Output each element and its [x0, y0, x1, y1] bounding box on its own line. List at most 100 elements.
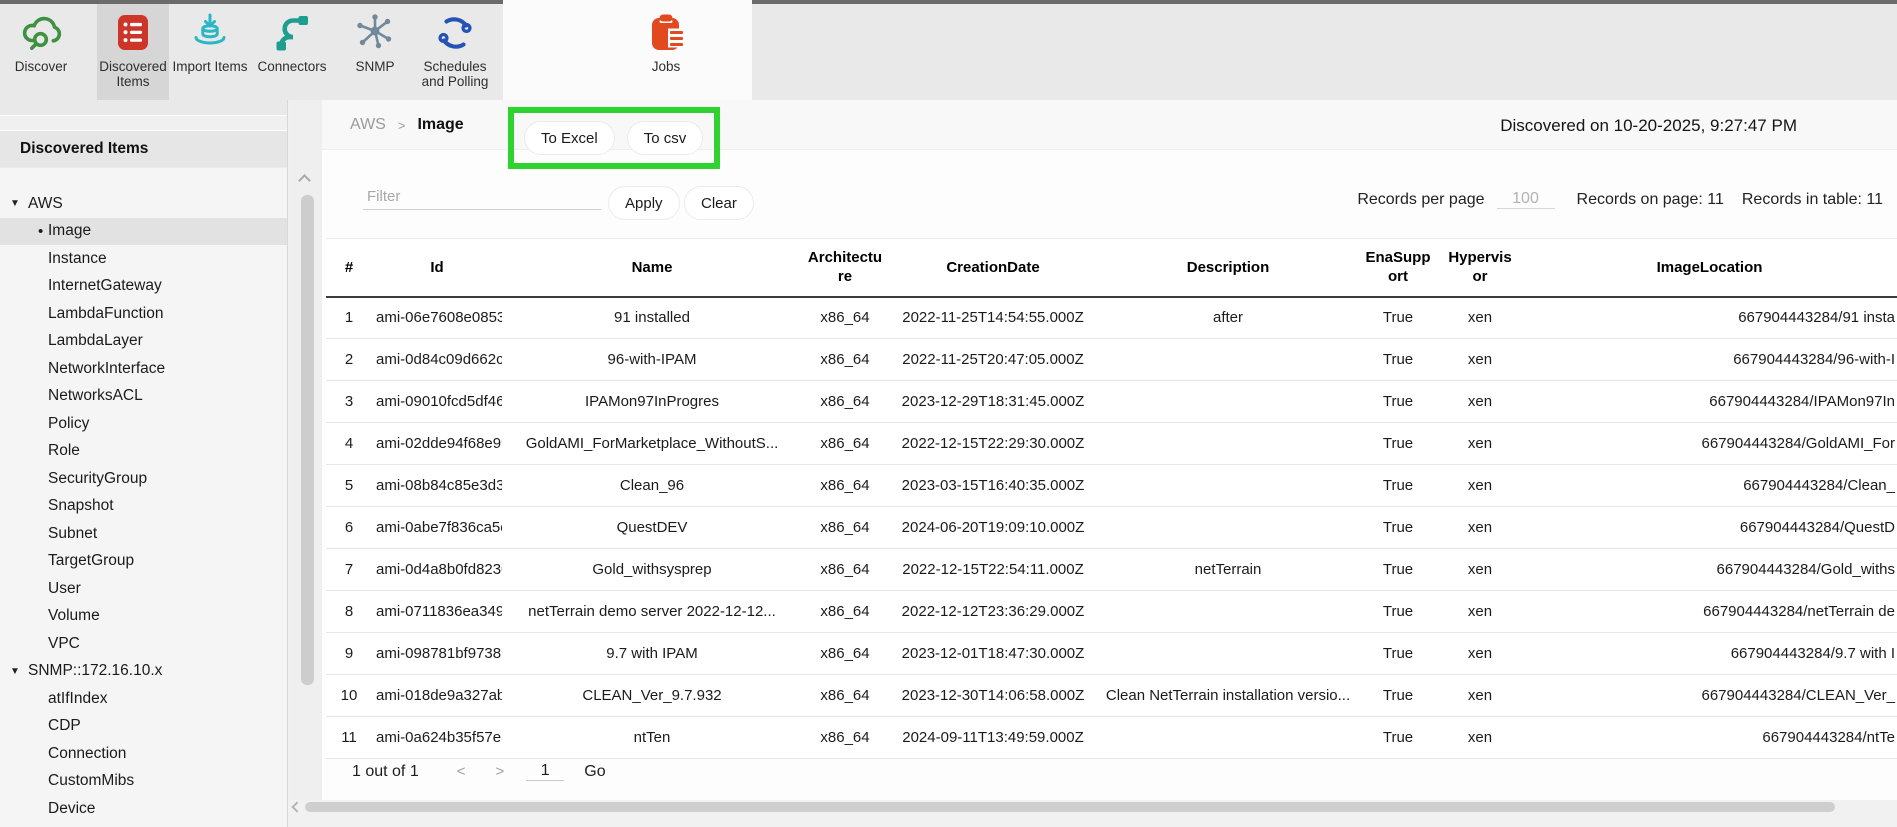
table-cell [1098, 633, 1358, 675]
page-number-input[interactable] [526, 762, 564, 781]
table-cell: Clean NetTerrain installation versio... [1098, 675, 1358, 717]
next-page-icon[interactable]: > [495, 763, 504, 780]
ribbon-item-discovered-items[interactable]: Discovered Items [97, 4, 169, 100]
column-header-creationdate[interactable]: CreationDate [888, 239, 1098, 297]
column-header-hypervisor[interactable]: Hypervisor [1438, 239, 1522, 297]
table-row[interactable]: 10ami-018de9a327ab4678eCLEAN_Ver_9.7.932… [326, 675, 1897, 717]
table-cell: 2022-12-15T22:29:30.000Z [888, 423, 1098, 465]
tree-item-internetgateway[interactable]: InternetGateway [0, 273, 287, 301]
tree-item-volume[interactable]: Volume [0, 603, 287, 631]
tree-item-snapshot[interactable]: Snapshot [0, 493, 287, 521]
table-row[interactable]: 8ami-0711836ea349d35c8netTerrain demo se… [326, 591, 1897, 633]
table-cell: 2024-09-11T13:49:59.000Z [888, 717, 1098, 759]
tree-item-role[interactable]: Role [0, 438, 287, 466]
table-cell: ami-0711836ea349d35c8 [372, 591, 502, 633]
table-cell: CLEAN_Ver_9.7.932 [502, 675, 802, 717]
column-header-enasupport[interactable]: EnaSupport [1358, 239, 1438, 297]
tree-item-label: Connection [48, 745, 126, 763]
tree-item-securitygroup[interactable]: SecurityGroup [0, 465, 287, 493]
table-cell: xen [1438, 339, 1522, 381]
column-header-label: Name [632, 258, 673, 278]
breadcrumb-parent[interactable]: AWS [350, 116, 386, 134]
table-row[interactable]: 6ami-0abe7f836ca5e4ee8QuestDEVx86_642024… [326, 507, 1897, 549]
table-cell [1098, 717, 1358, 759]
tree-item-label: SecurityGroup [48, 470, 147, 488]
tree-item-subnet[interactable]: Subnet [0, 520, 287, 548]
go-button[interactable]: Go [584, 763, 605, 781]
ribbon-item-discover[interactable]: Discover [5, 4, 77, 100]
table-cell: True [1358, 339, 1438, 381]
table-cell: ami-06e7608e085337e57 [372, 297, 502, 339]
column-header-imagelocation[interactable]: ImageLocation [1522, 239, 1897, 297]
table-cell: True [1358, 297, 1438, 339]
scrollbar-up-icon[interactable] [298, 174, 311, 187]
table-cell: QuestDEV [502, 507, 802, 549]
column-header-label: Hypervisor [1446, 248, 1514, 287]
ribbon-item-snmp[interactable]: SNMP [343, 4, 407, 100]
table-cell: x86_64 [802, 633, 888, 675]
scrollbar-left-icon[interactable] [291, 801, 302, 812]
to-csv-button[interactable]: To csv [627, 121, 704, 155]
column-header-id[interactable]: Id [372, 239, 502, 297]
table-cell: x86_64 [802, 381, 888, 423]
table-cell: ami-08b84c85e3d3c1d04 [372, 465, 502, 507]
horizontal-scrollbar-thumb[interactable] [305, 802, 1835, 812]
table-cell: ami-018de9a327ab4678e [372, 675, 502, 717]
tree-item-lambdafunction[interactable]: LambdaFunction [0, 300, 287, 328]
tree-item-snmp::172.16.10.x[interactable]: ▼ SNMP::172.16.10.x [0, 658, 287, 686]
table-row[interactable]: 3ami-09010fcd5df46e316IPAMon97InProgresx… [326, 381, 1897, 423]
clear-button[interactable]: Clear [684, 186, 754, 220]
ribbon-item-label: Import Items [172, 60, 247, 75]
tree-item-cdp[interactable]: CDP [0, 713, 287, 741]
expand-arrow-icon[interactable]: ▼ [10, 198, 28, 209]
table-cell: xen [1438, 507, 1522, 549]
ribbon-item-jobs[interactable]: Jobs [628, 4, 704, 100]
table-row[interactable]: 2ami-0d84c09d662cba1a096-with-IPAMx86_64… [326, 339, 1897, 381]
column-header-name[interactable]: Name [502, 239, 802, 297]
column-header-label: EnaSupport [1363, 248, 1434, 287]
tree-item-connection[interactable]: Connection [0, 740, 287, 768]
table-row[interactable]: 1ami-06e7608e085337e5791 installedx86_64… [326, 297, 1897, 339]
tree-item-device[interactable]: Device [0, 795, 287, 823]
jobs-icon [644, 11, 688, 55]
expand-arrow-icon[interactable]: ▼ [10, 666, 28, 677]
apply-button[interactable]: Apply [608, 186, 680, 220]
tree-item-instance[interactable]: Instance [0, 245, 287, 273]
tree-item-vpc[interactable]: VPC [0, 630, 287, 658]
tree-item-lambdalayer[interactable]: LambdaLayer [0, 328, 287, 356]
tree-item-label: Role [48, 442, 80, 460]
column-header-architecture[interactable]: Architecture [802, 239, 888, 297]
records-per-page-input[interactable] [1497, 190, 1555, 209]
tree-item-targetgroup[interactable]: TargetGroup [0, 548, 287, 576]
tree-item-policy[interactable]: Policy [0, 410, 287, 438]
tree-item-aws[interactable]: ▼ AWS [0, 190, 287, 218]
vertical-scrollbar-thumb[interactable] [301, 195, 314, 685]
records-in-table: Records in table: 11 [1742, 191, 1883, 209]
tree-item-image[interactable]: • Image [0, 218, 287, 246]
table-row[interactable]: 7ami-0d4a8b0fd823023eeGold_withsysprepx8… [326, 549, 1897, 591]
table-cell: netTerrain demo server 2022-12-12... [502, 591, 802, 633]
to-excel-button[interactable]: To Excel [524, 121, 615, 155]
column-header-#[interactable]: # [326, 239, 372, 297]
table-cell: Clean_96 [502, 465, 802, 507]
tree-item-user[interactable]: User [0, 575, 287, 603]
ribbon-item-connectors[interactable]: Connectors [253, 4, 331, 100]
table-row[interactable]: 9ami-098781bf97389051d9.7 with IPAMx86_6… [326, 633, 1897, 675]
sidebar-tree: ▼ AWS • Image Instance InternetGateway L… [0, 168, 287, 823]
tree-item-networksacl[interactable]: NetworksACL [0, 383, 287, 411]
prev-page-icon[interactable]: < [457, 763, 466, 780]
table-cell: 667904443284/Clean_ [1522, 465, 1897, 507]
table-row[interactable]: 11ami-0a624b35f57e350c3ntTenx86_642024-0… [326, 717, 1897, 759]
records-per-page-label: Records per page [1357, 191, 1484, 209]
column-header-description[interactable]: Description [1098, 239, 1358, 297]
table-cell: x86_64 [802, 549, 888, 591]
filter-input[interactable] [363, 184, 601, 210]
table-row[interactable]: 4ami-02dde94f68e99bf9bGoldAMI_ForMarketp… [326, 423, 1897, 465]
tree-item-custommibs[interactable]: CustomMibs [0, 768, 287, 796]
column-header-label: # [345, 258, 353, 278]
tree-item-atifindex[interactable]: atIfIndex [0, 685, 287, 713]
ribbon-item-schedules[interactable]: Schedules and Polling [415, 4, 495, 100]
tree-item-networkinterface[interactable]: NetworkInterface [0, 355, 287, 383]
ribbon-item-import-items[interactable]: Import Items [171, 4, 249, 100]
table-row[interactable]: 5ami-08b84c85e3d3c1d04Clean_96x86_642023… [326, 465, 1897, 507]
